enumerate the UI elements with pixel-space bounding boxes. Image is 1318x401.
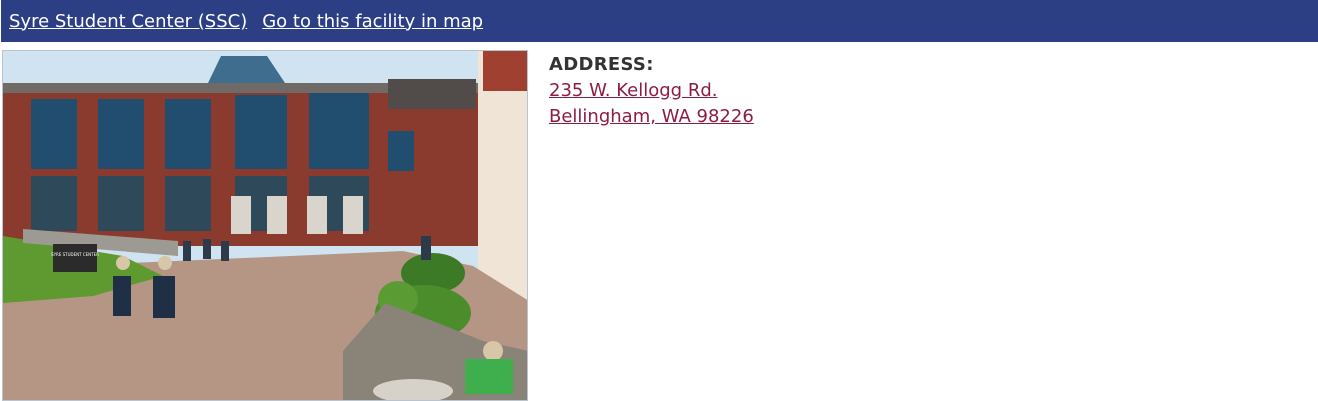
address-street-link[interactable]: 235 W. Kellogg Rd. (549, 78, 754, 104)
address-city-link[interactable]: Bellingham, WA 98226 (549, 104, 754, 130)
facility-name-link[interactable]: Syre Student Center (SSC) (9, 11, 247, 32)
facility-header-bar: Syre Student Center (SSC) Go to this fac… (1, 0, 1318, 42)
address-label: ADDRESS: (549, 54, 654, 75)
address-block: ADDRESS: 235 W. Kellogg Rd. Bellingham, … (549, 52, 754, 130)
building-sign: SYRE STUDENT CENTER (51, 252, 99, 257)
facility-photo: SYRE STUDENT CENTER (2, 50, 528, 401)
map-link[interactable]: Go to this facility in map (262, 11, 483, 32)
